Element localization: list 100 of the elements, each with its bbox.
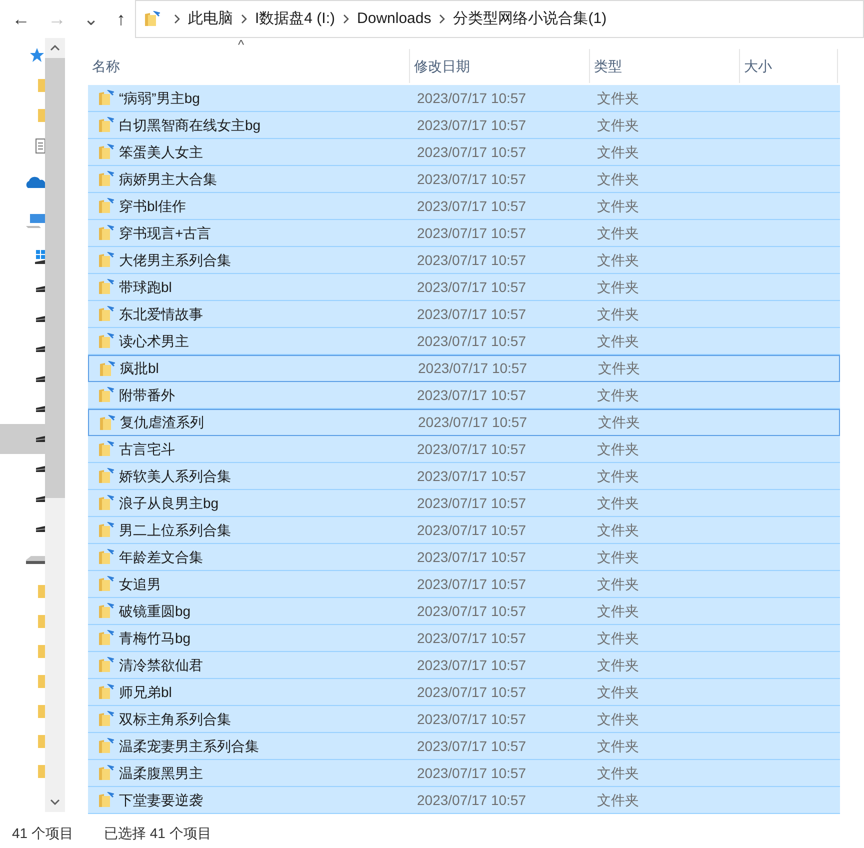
file-row[interactable]: 带球跑bl 2023/07/17 10:57 文件夹 [88,274,840,301]
breadcrumb[interactable]: I数据盘4 (I:) [255,8,336,30]
date-cell-text: 2023/07/17 10:57 [416,548,527,566]
folder-icon [98,90,114,106]
document-icon [35,138,45,154]
column-header[interactable]: 名称 [88,49,410,83]
folder-icon [99,360,115,376]
file-row[interactable]: 病娇男主大合集 2023/07/17 10:57 文件夹 [88,166,840,193]
file-name: 复仇虐渣系列 [120,413,204,432]
type-cell-text: 文件夹 [596,520,640,540]
address-bar[interactable]: 此电脑 I数据盘4 (I:) Downloads 分类型网络小说合集(1) [135,0,864,38]
nav-item[interactable] [0,424,45,454]
type-cell-text: 文件夹 [597,359,641,378]
breadcrumb[interactable]: Downloads [357,8,432,30]
folder-icon [98,549,114,565]
column-header[interactable]: 修改日期 [410,49,590,83]
file-name: 疯批bl [120,359,159,378]
file-row[interactable]: 清冷禁欲仙君 2023/07/17 10:57 文件夹 [88,652,840,679]
date-cell-text: 2023/07/17 10:57 [416,196,527,216]
type-cell-text: 文件夹 [596,332,640,350]
file-name: 大佬男主系列合集 [119,250,231,270]
folder-icon [37,643,45,659]
file-name: 温柔宠妻男主系列合集 [119,736,259,756]
file-name: 双标主角系列合集 [119,710,231,728]
folder-icon [98,306,114,322]
folder-icon [98,468,114,484]
file-name: 下堂妻要逆袭 [119,790,203,810]
type-cell-text: 文件夹 [596,170,640,188]
folder-icon [98,117,114,133]
type-cell-text: 文件夹 [596,142,640,162]
breadcrumb[interactable]: 分类型网络小说合集(1) [453,8,607,30]
file-row[interactable]: 穿书bl佳作 2023/07/17 10:57 文件夹 [88,193,840,220]
file-row[interactable]: 青梅竹马bg 2023/07/17 10:57 文件夹 [88,625,840,652]
type-cell-text: 文件夹 [596,602,640,620]
column-header[interactable]: 类型 [590,49,740,83]
file-row[interactable]: 下堂妻要逆袭 2023/07/17 10:57 文件夹 [88,787,840,814]
chevron-right-icon [174,14,180,24]
folder-icon [98,657,114,673]
file-row[interactable]: 温柔宠妻男主系列合集 2023/07/17 10:57 文件夹 [88,733,840,760]
date-cell-text: 2023/07/17 10:57 [416,574,527,594]
type-cell-text: 文件夹 [596,116,640,134]
folder-icon [144,11,160,27]
folder-icon [98,684,114,700]
type-cell-text: 文件夹 [596,656,640,674]
file-row[interactable]: 女追男 2023/07/17 10:57 文件夹 [88,571,840,598]
column-header[interactable]: 大小 [740,49,838,83]
type-cell-text: 文件夹 [596,196,640,216]
date-cell-text: 2023/07/17 10:57 [416,88,527,108]
file-row[interactable]: 笨蛋美人女主 2023/07/17 10:57 文件夹 [88,139,840,166]
file-row[interactable]: 穿书现言+古言 2023/07/17 10:57 文件夹 [88,220,840,247]
breadcrumb[interactable]: 此电脑 [188,8,233,30]
date-cell-text: 2023/07/17 10:57 [416,494,527,512]
file-row[interactable]: 师兄弟bl 2023/07/17 10:57 文件夹 [88,679,840,706]
file-name: 附带番外 [119,386,175,404]
date-cell-text: 2023/07/17 10:57 [416,656,527,674]
date-cell-text: 2023/07/17 10:57 [416,142,527,162]
type-cell-text: 文件夹 [596,574,640,594]
file-name: 破镜重圆bg [119,602,191,621]
file-row[interactable]: 浪子从良男主bg 2023/07/17 10:57 文件夹 [88,490,840,517]
file-row[interactable]: 年龄差文合集 2023/07/17 10:57 文件夹 [88,544,840,571]
scrollbar[interactable] [45,38,65,812]
file-row[interactable]: “病弱”男主bg 2023/07/17 10:57 文件夹 [88,85,840,112]
file-row[interactable]: 男二上位系列合集 2023/07/17 10:57 文件夹 [88,517,840,544]
file-row[interactable]: 东北爱情故事 2023/07/17 10:57 文件夹 [88,301,840,328]
date-cell-text: 2023/07/17 10:57 [416,764,527,782]
computer-icon [25,213,45,229]
folder-icon [37,763,45,779]
file-row[interactable]: 温柔腹黑男主 2023/07/17 10:57 文件夹 [88,760,840,787]
file-row[interactable]: 疯批bl 2023/07/17 10:57 文件夹 [88,355,840,382]
folder-icon [37,77,45,93]
file-name: 女追男 [119,574,161,594]
type-cell-text: 文件夹 [596,710,640,728]
folder-icon [98,495,114,511]
windows-drive-icon [33,249,45,265]
file-row[interactable]: 双标主角系列合集 2023/07/17 10:57 文件夹 [88,706,840,733]
item-count: 41 个项目 [12,824,74,842]
file-name: 年龄差文合集 [119,548,203,566]
folder-icon [98,738,114,754]
file-row[interactable]: 复仇虐渣系列 2023/07/17 10:57 文件夹 [88,409,840,436]
date-cell-text: 2023/07/17 10:57 [416,466,527,486]
file-row[interactable]: 白切黑智商在线女主bg 2023/07/17 10:57 文件夹 [88,112,840,139]
file-row[interactable]: 读心术男主 2023/07/17 10:57 文件夹 [88,328,840,355]
network-drive-icon [25,555,45,565]
type-cell-text: 文件夹 [596,250,640,270]
file-row[interactable]: 破镜重圆bg 2023/07/17 10:57 文件夹 [88,598,840,625]
file-row[interactable]: 附带番外 2023/07/17 10:57 文件夹 [88,382,840,409]
date-cell-text: 2023/07/17 10:57 [416,440,527,458]
folder-icon [37,733,45,749]
folder-icon [98,522,114,538]
folder-icon [37,107,45,123]
type-cell-text: 文件夹 [596,628,640,648]
file-row[interactable]: 娇软美人系列合集 2023/07/17 10:57 文件夹 [88,463,840,490]
file-row[interactable]: 古言宅斗 2023/07/17 10:57 文件夹 [88,436,840,463]
file-name: 温柔腹黑男主 [119,764,203,782]
file-name: 青梅竹马bg [119,628,191,648]
folder-icon [98,441,114,457]
type-cell-text: 文件夹 [596,466,640,486]
file-row[interactable]: 大佬男主系列合集 2023/07/17 10:57 文件夹 [88,247,840,274]
scroll-thumb[interactable] [45,58,65,498]
file-name: 清冷禁欲仙君 [119,656,203,674]
